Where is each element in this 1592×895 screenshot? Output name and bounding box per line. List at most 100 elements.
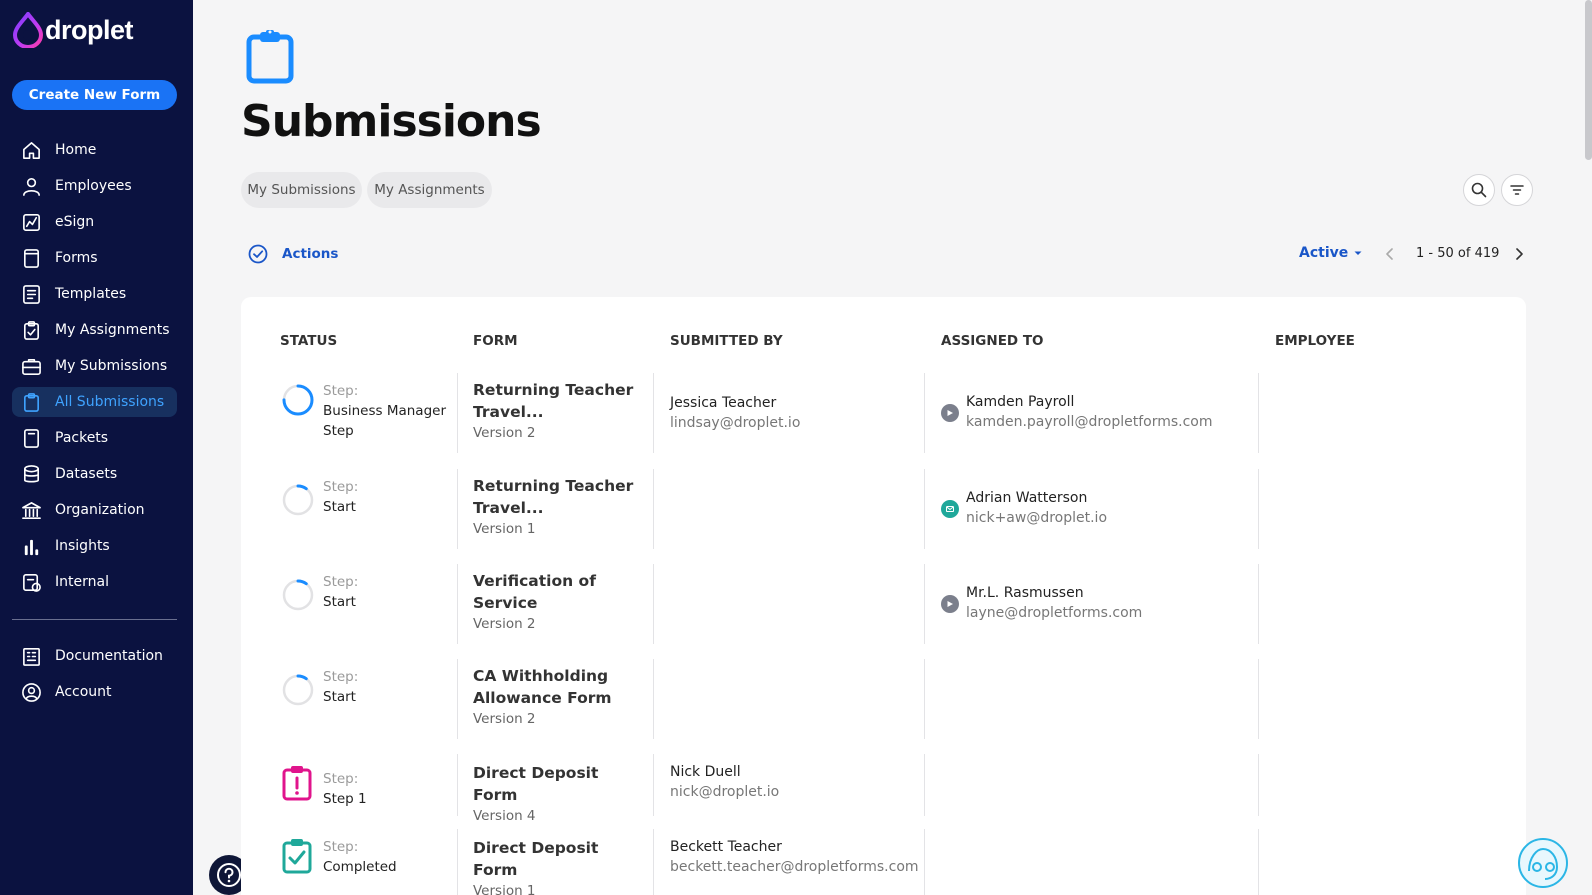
sidebar-item-employees[interactable]: Employees (12, 171, 177, 201)
assignee-name: Adrian Watterson (966, 490, 1088, 506)
header-employee[interactable]: EMPLOYEE (1275, 333, 1355, 349)
table-row[interactable]: Step: Step 1 Direct Deposit Form Version… (241, 754, 1526, 824)
table-row[interactable]: Step: Business Manager Step Returning Te… (241, 373, 1526, 453)
assistant-bot-icon[interactable] (1517, 837, 1569, 889)
sidebar-item-all-submissions[interactable]: All Submissions (12, 387, 177, 417)
submitter-name: Beckett Teacher (670, 839, 782, 855)
progress-ring-icon (281, 673, 315, 711)
form-name-link[interactable]: Verification of Service (473, 570, 643, 614)
internal-icon (20, 571, 42, 593)
column-divider (457, 829, 458, 895)
status-filter-dropdown[interactable]: Active (1299, 245, 1364, 261)
sidebar-item-packets[interactable]: Packets (12, 423, 177, 453)
submitter-email: nick@droplet.io (670, 784, 780, 800)
main-content: Submissions My Submissions My Assignment… (193, 0, 1592, 895)
header-status[interactable]: STATUS (280, 333, 337, 349)
table-row[interactable]: Step: Completed Direct Deposit Form Vers… (241, 829, 1526, 895)
tab-my-submissions[interactable]: My Submissions (241, 172, 362, 208)
header-submitted-by[interactable]: SUBMITTED BY (670, 333, 783, 349)
tab-my-assignments[interactable]: My Assignments (367, 172, 492, 208)
step-label: Step: (323, 383, 359, 399)
sidebar-item-label: Datasets (55, 466, 118, 482)
scrollbar-thumb[interactable] (1585, 0, 1592, 160)
column-divider (653, 754, 654, 816)
submitted-by-cell: Beckett Teacher beckett.teacher@dropletf… (670, 837, 930, 877)
check-circle-icon (248, 244, 268, 264)
submitted-by-cell: Nick Duell nick@droplet.io (670, 762, 930, 802)
sidebar-item-organization[interactable]: Organization (12, 495, 177, 525)
sidebar-item-home[interactable]: Home (12, 135, 177, 165)
step-name: Start (323, 499, 356, 515)
actions-label: Actions (282, 246, 339, 262)
database-icon (20, 463, 42, 485)
column-divider (457, 564, 458, 644)
column-divider (457, 659, 458, 739)
form-version: Version 4 (473, 808, 536, 824)
send-icon (941, 404, 959, 422)
table-row[interactable]: Step: Start CA Withholding Allowance For… (241, 659, 1526, 739)
packet-icon (20, 427, 42, 449)
status-cell: Step: Step 1 (323, 769, 448, 809)
droplet-logo[interactable]: droplet (12, 12, 134, 48)
form-version: Version 2 (473, 616, 536, 632)
sidebar-item-label: Employees (55, 178, 132, 194)
sidebar-item-account[interactable]: Account (12, 677, 177, 707)
column-divider (653, 564, 654, 644)
sidebar-item-label: Organization (55, 502, 145, 518)
sidebar-item-my-assignments[interactable]: My Assignments (12, 315, 177, 345)
form-name-link[interactable]: Returning Teacher Travel... (473, 475, 643, 519)
form-name-link[interactable]: CA Withholding Allowance Form (473, 665, 643, 709)
account-icon (20, 681, 42, 703)
column-divider (1258, 373, 1259, 453)
form-icon (20, 247, 42, 269)
step-name: Completed (323, 859, 397, 875)
header-form[interactable]: FORM (473, 333, 518, 349)
column-divider (653, 829, 654, 895)
status-cell: Step: Start (323, 572, 448, 612)
sidebar-item-insights[interactable]: Insights (12, 531, 177, 561)
form-name-link[interactable]: Returning Teacher Travel... (473, 379, 643, 423)
column-divider (1258, 829, 1259, 895)
sidebar-item-my-submissions[interactable]: My Submissions (12, 351, 177, 381)
sidebar-item-label: Forms (55, 250, 98, 266)
submitted-by-cell: Jessica Teacher lindsay@droplet.io (670, 393, 930, 433)
clipboard-check-icon (281, 837, 313, 879)
submitter-email: beckett.teacher@dropletforms.com (670, 859, 919, 875)
person-icon (20, 175, 42, 197)
column-divider (924, 659, 925, 739)
search-icon (1471, 182, 1487, 198)
mail-icon (941, 500, 959, 518)
sidebar-item-forms[interactable]: Forms (12, 243, 177, 273)
sidebar-item-esign[interactable]: eSign (12, 207, 177, 237)
filter-button[interactable] (1501, 174, 1533, 206)
sidebar-secondary-nav: Documentation Account (12, 641, 177, 713)
column-divider (653, 659, 654, 739)
sidebar-item-label: Internal (55, 574, 109, 590)
form-version: Version 1 (473, 883, 536, 895)
status-filter-value: Active (1299, 245, 1349, 261)
assigned-to-cell: Kamden Payroll kamden.payroll@dropletfor… (966, 392, 1256, 432)
table-row[interactable]: Step: Start Returning Teacher Travel... … (241, 469, 1526, 549)
sidebar-item-documentation[interactable]: Documentation (12, 641, 177, 671)
search-button[interactable] (1463, 174, 1495, 206)
assignee-name: Kamden Payroll (966, 394, 1075, 410)
previous-page-button[interactable] (1384, 246, 1396, 265)
form-cell: Verification of Service Version 2 (473, 570, 643, 634)
actions-button[interactable]: Actions (248, 244, 338, 264)
assigned-to-cell: Adrian Watterson nick+aw@droplet.io (966, 488, 1256, 528)
sidebar-item-templates[interactable]: Templates (12, 279, 177, 309)
create-new-form-button[interactable]: Create New Form (12, 80, 177, 110)
next-page-button[interactable] (1513, 246, 1525, 265)
table-row[interactable]: Step: Start Verification of Service Vers… (241, 564, 1526, 644)
form-name-link[interactable]: Direct Deposit Form (473, 762, 643, 806)
home-icon (20, 139, 42, 161)
brand-name: droplet (45, 14, 134, 45)
sidebar-item-datasets[interactable]: Datasets (12, 459, 177, 489)
form-name-link[interactable]: Direct Deposit Form (473, 837, 643, 881)
chevron-right-icon (1516, 248, 1523, 260)
step-name: Start (323, 689, 356, 705)
sidebar-item-internal[interactable]: Internal (12, 567, 177, 597)
header-assigned-to[interactable]: ASSIGNED TO (941, 333, 1044, 349)
status-cell: Step: Completed (323, 837, 448, 877)
step-label: Step: (323, 669, 359, 685)
